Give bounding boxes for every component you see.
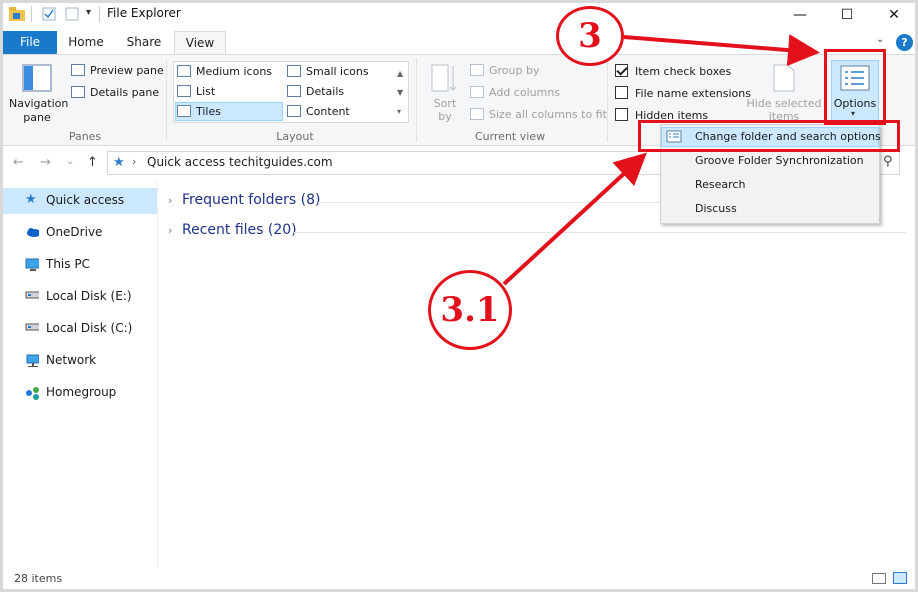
arrow-to-menu-item [502,152,647,286]
step-3-badge: 3 [556,6,624,66]
arrow-to-options [623,34,820,67]
step-3-1-badge: 3.1 [428,270,512,350]
